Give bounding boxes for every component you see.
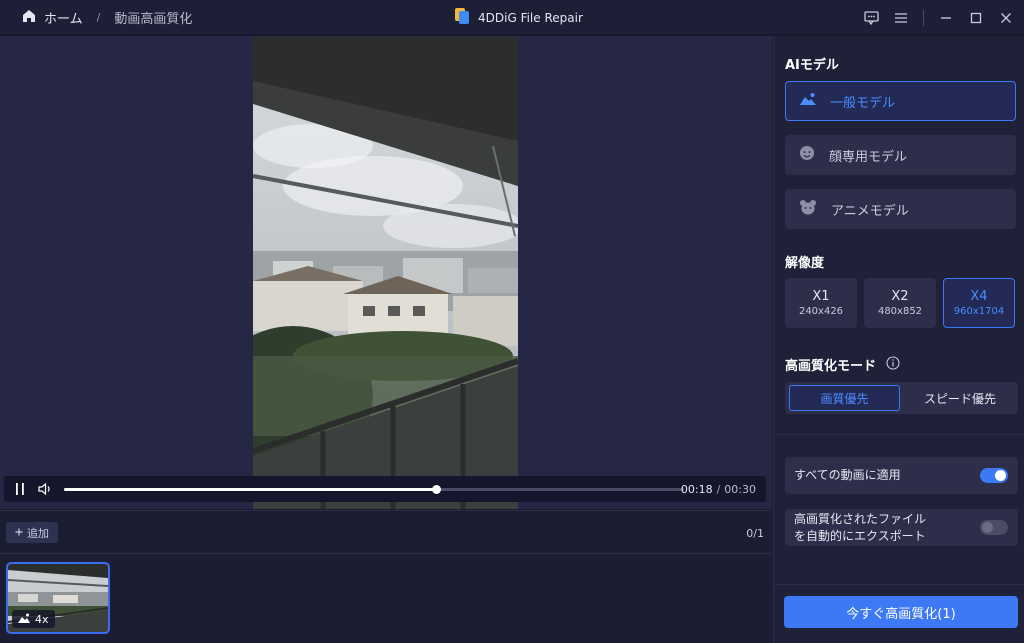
enhance-mode-selector: 画質優先 スピード優先 bbox=[785, 382, 1018, 414]
resolution-x2-size: 480x852 bbox=[877, 306, 923, 317]
panel-divider bbox=[774, 584, 1024, 585]
app-title-group: 4DDiG File Repair bbox=[454, 0, 583, 35]
home-icon[interactable] bbox=[22, 9, 36, 27]
file-toolbar: 追加 0/1 bbox=[0, 510, 772, 554]
app-logo-icon bbox=[454, 7, 470, 29]
toggle-knob bbox=[995, 470, 1006, 481]
enhance-now-button[interactable]: 今すぐ高画質化(1) bbox=[784, 596, 1018, 628]
time-display: 00:18 / 00:30 bbox=[681, 476, 756, 502]
enhance-scale-badge: 4x bbox=[12, 610, 55, 628]
resolution-x2-button[interactable]: X2 480x852 bbox=[864, 278, 936, 328]
model-anime-label: アニメモデル bbox=[831, 203, 909, 219]
resolution-x4-size: 960x1704 bbox=[953, 306, 1005, 317]
resolution-x2-label: X2 bbox=[891, 289, 909, 304]
enhance-scale-label: 4x bbox=[35, 612, 49, 626]
video-still-image bbox=[253, 36, 518, 509]
home-link[interactable]: ホーム bbox=[44, 8, 83, 27]
model-anime-button[interactable]: アニメモデル bbox=[785, 189, 1016, 229]
info-icon[interactable] bbox=[886, 355, 900, 374]
auto-export-label: 高画質化されたファイル を自動的にエクスポート bbox=[794, 511, 926, 545]
resolution-x4-button[interactable]: X4 960x1704 bbox=[943, 278, 1015, 328]
enhance-mode-title: 高画質化モード bbox=[785, 359, 877, 374]
window-controls bbox=[863, 0, 1014, 35]
plus-icon bbox=[15, 526, 23, 539]
time-separator: / bbox=[716, 482, 721, 496]
apply-all-row: すべての動画に適用 bbox=[785, 457, 1018, 494]
video-preview-area bbox=[0, 36, 772, 509]
current-time: 00:18 bbox=[680, 482, 713, 496]
resolution-x1-label: X1 bbox=[812, 289, 830, 304]
close-icon[interactable] bbox=[998, 10, 1014, 26]
model-general-button[interactable]: 一般モデル bbox=[785, 81, 1016, 121]
model-general-label: 一般モデル bbox=[830, 95, 896, 111]
landscape-icon bbox=[18, 613, 30, 626]
apply-all-label: すべての動画に適用 bbox=[794, 468, 901, 482]
seek-bar[interactable] bbox=[64, 485, 684, 494]
add-button-label: 追加 bbox=[27, 526, 49, 540]
model-face-label: 顔専用モデル bbox=[829, 149, 908, 165]
menu-icon[interactable] bbox=[893, 10, 909, 26]
add-button[interactable]: 追加 bbox=[6, 522, 58, 543]
model-face-button[interactable]: 顔専用モデル bbox=[785, 135, 1016, 175]
settings-panel: AIモデル 一般モデル 顔専用モデル アニメモデル 解像度 X1 240x426… bbox=[773, 36, 1024, 643]
video-thumbnail[interactable]: 4x bbox=[6, 562, 110, 634]
maximize-icon[interactable] bbox=[968, 10, 984, 26]
mode-speed-button[interactable]: スピード優先 bbox=[905, 385, 1015, 411]
resolution-x1-button[interactable]: X1 240x426 bbox=[785, 278, 857, 328]
total-time: 00:30 bbox=[724, 482, 756, 496]
pause-icon[interactable] bbox=[13, 482, 27, 496]
seek-bar-handle[interactable] bbox=[432, 485, 441, 494]
face-icon bbox=[799, 145, 815, 165]
title-bar: ホーム / 動画高画質化 4DDiG File Repair bbox=[0, 0, 1024, 35]
toggle-knob bbox=[982, 522, 993, 533]
auto-export-label-line1: 高画質化されたファイル bbox=[794, 512, 927, 526]
player-controls: 00:18 / 00:30 bbox=[4, 476, 766, 502]
minimize-icon[interactable] bbox=[938, 10, 954, 26]
landscape-icon bbox=[800, 92, 816, 110]
breadcrumb-current: 動画高画質化 bbox=[114, 12, 193, 27]
video-frame[interactable] bbox=[253, 36, 518, 509]
auto-export-row: 高画質化されたファイル を自動的にエクスポート bbox=[785, 509, 1018, 546]
panel-divider bbox=[774, 434, 1024, 435]
app-title: 4DDiG File Repair bbox=[478, 10, 583, 25]
resolution-x4-label: X4 bbox=[970, 289, 988, 304]
auto-export-toggle[interactable] bbox=[980, 520, 1008, 535]
mode-quality-button[interactable]: 画質優先 bbox=[789, 385, 900, 411]
file-counter: 0/1 bbox=[746, 526, 764, 540]
breadcrumb-separator: / bbox=[96, 11, 101, 24]
titlebar-divider bbox=[923, 9, 924, 26]
resolution-title: 解像度 bbox=[785, 256, 825, 271]
bear-icon bbox=[799, 199, 817, 219]
breadcrumb: ホーム / 動画高画質化 bbox=[22, 0, 192, 35]
resolution-x1-size: 240x426 bbox=[798, 306, 844, 317]
feedback-icon[interactable] bbox=[863, 10, 879, 26]
seek-bar-fill bbox=[64, 488, 436, 491]
thumbnail-strip: 4x bbox=[0, 555, 772, 643]
apply-all-toggle[interactable] bbox=[980, 468, 1008, 483]
auto-export-label-line2: を自動的にエクスポート bbox=[794, 529, 926, 543]
enhance-mode-title-row: 高画質化モード bbox=[785, 355, 900, 374]
volume-icon[interactable] bbox=[37, 482, 53, 496]
ai-model-title: AIモデル bbox=[785, 58, 839, 73]
